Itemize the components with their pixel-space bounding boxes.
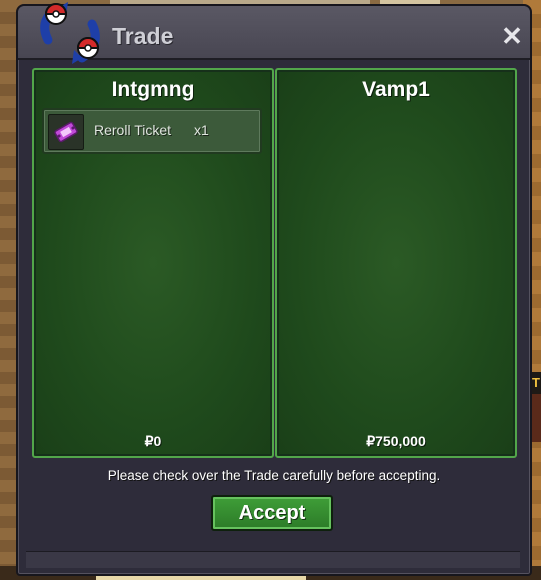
player-name: Vamp1 xyxy=(362,78,430,101)
accept-button[interactable]: Accept xyxy=(211,495,333,531)
money-amount: ₽750,000 xyxy=(366,433,426,449)
trade-window: Trade ✕ Intgmng Reroll Ticket x1 ₽0 Vamp… xyxy=(16,2,532,576)
trade-panels: Intgmng Reroll Ticket x1 ₽0 Vamp1 ₽750,0… xyxy=(30,68,517,458)
trade-logo-icon xyxy=(40,2,100,64)
trade-item-row[interactable]: Reroll Ticket x1 xyxy=(42,108,262,154)
trade-panel-partner[interactable]: Vamp1 ₽750,000 xyxy=(275,68,517,458)
ticket-icon xyxy=(48,114,84,150)
close-button[interactable]: ✕ xyxy=(500,23,524,49)
player-name: Intgmng xyxy=(111,78,195,101)
trade-panel-self[interactable]: Intgmng Reroll Ticket x1 ₽0 xyxy=(32,68,274,458)
money-amount: ₽0 xyxy=(144,433,162,449)
trade-notice: Please check over the Trade carefully be… xyxy=(107,468,441,483)
window-footer xyxy=(26,551,520,568)
item-name: Reroll Ticket xyxy=(94,122,172,138)
item-quantity: x1 xyxy=(194,122,209,138)
window-title: Trade xyxy=(112,23,174,49)
